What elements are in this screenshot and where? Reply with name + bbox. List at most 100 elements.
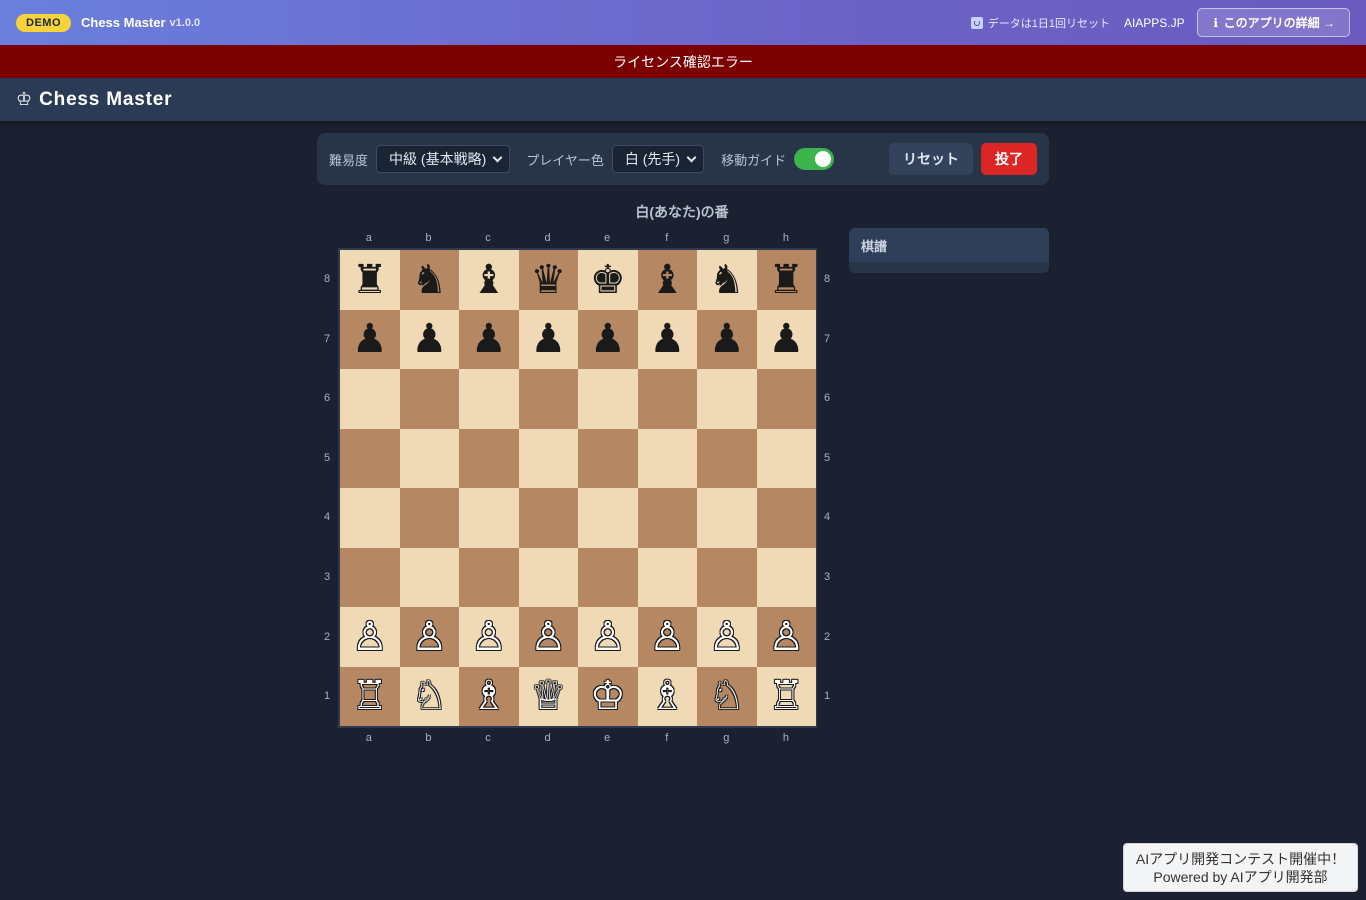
black-piece[interactable]: ♞ (411, 260, 447, 300)
white-piece[interactable]: ♘ (709, 676, 745, 716)
difficulty-select[interactable]: 中級 (基本戦略) (376, 145, 511, 173)
square-c5[interactable] (459, 428, 519, 488)
square-e1[interactable]: ♔ (578, 666, 638, 726)
square-e3[interactable] (578, 547, 638, 607)
square-c7[interactable]: ♟ (459, 309, 519, 369)
white-piece[interactable]: ♔ (590, 676, 626, 716)
square-c8[interactable]: ♝ (459, 250, 519, 310)
square-a5[interactable] (340, 428, 400, 488)
square-b6[interactable] (399, 369, 459, 429)
square-a7[interactable]: ♟ (340, 309, 400, 369)
square-d2[interactable]: ♙ (518, 607, 578, 667)
black-piece[interactable]: ♟ (352, 319, 388, 359)
black-piece[interactable]: ♛ (530, 260, 566, 300)
square-h5[interactable] (756, 428, 816, 488)
move-guide-toggle[interactable] (794, 148, 835, 170)
black-piece[interactable]: ♟ (768, 319, 804, 359)
square-d3[interactable] (518, 547, 578, 607)
square-h6[interactable] (756, 369, 816, 429)
black-piece[interactable]: ♟ (471, 319, 507, 359)
black-piece[interactable]: ♝ (649, 260, 685, 300)
square-f6[interactable] (637, 369, 697, 429)
square-f1[interactable]: ♗ (637, 666, 697, 726)
square-c6[interactable] (459, 369, 519, 429)
white-piece[interactable]: ♗ (471, 676, 507, 716)
app-details-button[interactable]: ℹ このアプリの詳細 → (1196, 8, 1350, 37)
white-piece[interactable]: ♙ (530, 617, 566, 657)
square-a1[interactable]: ♖ (340, 666, 400, 726)
square-g5[interactable] (697, 428, 757, 488)
square-e8[interactable]: ♚ (578, 250, 638, 310)
white-piece[interactable]: ♗ (649, 676, 685, 716)
contest-banner[interactable]: AIアプリ開発コンテスト開催中！ Powered by AIアプリ開発部 (1123, 843, 1358, 892)
square-a4[interactable] (340, 488, 400, 548)
square-b4[interactable] (399, 488, 459, 548)
black-piece[interactable]: ♜ (352, 260, 388, 300)
square-b7[interactable]: ♟ (399, 309, 459, 369)
square-c1[interactable]: ♗ (459, 666, 519, 726)
square-b1[interactable]: ♘ (399, 666, 459, 726)
square-h2[interactable]: ♙ (756, 607, 816, 667)
square-g1[interactable]: ♘ (697, 666, 757, 726)
black-piece[interactable]: ♟ (590, 319, 626, 359)
square-c3[interactable] (459, 547, 519, 607)
square-e7[interactable]: ♟ (578, 309, 638, 369)
reset-button[interactable]: リセット (889, 143, 973, 175)
square-d8[interactable]: ♛ (518, 250, 578, 310)
white-piece[interactable]: ♕ (530, 676, 566, 716)
square-g4[interactable] (697, 488, 757, 548)
resign-button[interactable]: 投了 (981, 143, 1037, 175)
square-e5[interactable] (578, 428, 638, 488)
black-piece[interactable]: ♟ (411, 319, 447, 359)
black-piece[interactable]: ♟ (530, 319, 566, 359)
square-g6[interactable] (697, 369, 757, 429)
white-piece[interactable]: ♘ (411, 676, 447, 716)
black-piece[interactable]: ♜ (768, 260, 804, 300)
square-d6[interactable] (518, 369, 578, 429)
player-color-select[interactable]: 白 (先手) (611, 145, 705, 173)
square-h1[interactable]: ♖ (756, 666, 816, 726)
white-piece[interactable]: ♙ (709, 617, 745, 657)
square-h3[interactable] (756, 547, 816, 607)
site-link[interactable]: AIAPPS.JP (1124, 16, 1185, 30)
square-g7[interactable]: ♟ (697, 309, 757, 369)
square-d7[interactable]: ♟ (518, 309, 578, 369)
square-h4[interactable] (756, 488, 816, 548)
square-e4[interactable] (578, 488, 638, 548)
square-g3[interactable] (697, 547, 757, 607)
black-piece[interactable]: ♟ (649, 319, 685, 359)
square-d4[interactable] (518, 488, 578, 548)
square-b3[interactable] (399, 547, 459, 607)
black-piece[interactable]: ♞ (709, 260, 745, 300)
square-h7[interactable]: ♟ (756, 309, 816, 369)
square-e6[interactable] (578, 369, 638, 429)
white-piece[interactable]: ♙ (471, 617, 507, 657)
square-f7[interactable]: ♟ (637, 309, 697, 369)
white-piece[interactable]: ♙ (411, 617, 447, 657)
square-d5[interactable] (518, 428, 578, 488)
square-a6[interactable] (340, 369, 400, 429)
white-piece[interactable]: ♖ (768, 676, 804, 716)
white-piece[interactable]: ♙ (649, 617, 685, 657)
square-c4[interactable] (459, 488, 519, 548)
black-piece[interactable]: ♝ (471, 260, 507, 300)
square-f8[interactable]: ♝ (637, 250, 697, 310)
square-c2[interactable]: ♙ (459, 607, 519, 667)
square-a8[interactable]: ♜ (340, 250, 400, 310)
square-g8[interactable]: ♞ (697, 250, 757, 310)
square-f4[interactable] (637, 488, 697, 548)
square-a3[interactable] (340, 547, 400, 607)
square-f5[interactable] (637, 428, 697, 488)
square-e2[interactable]: ♙ (578, 607, 638, 667)
square-a2[interactable]: ♙ (340, 607, 400, 667)
square-f3[interactable] (637, 547, 697, 607)
square-d1[interactable]: ♕ (518, 666, 578, 726)
square-b5[interactable] (399, 428, 459, 488)
square-b2[interactable]: ♙ (399, 607, 459, 667)
square-g2[interactable]: ♙ (697, 607, 757, 667)
white-piece[interactable]: ♙ (590, 617, 626, 657)
black-piece[interactable]: ♟ (709, 319, 745, 359)
black-piece[interactable]: ♚ (590, 260, 626, 300)
square-b8[interactable]: ♞ (399, 250, 459, 310)
white-piece[interactable]: ♖ (352, 676, 388, 716)
